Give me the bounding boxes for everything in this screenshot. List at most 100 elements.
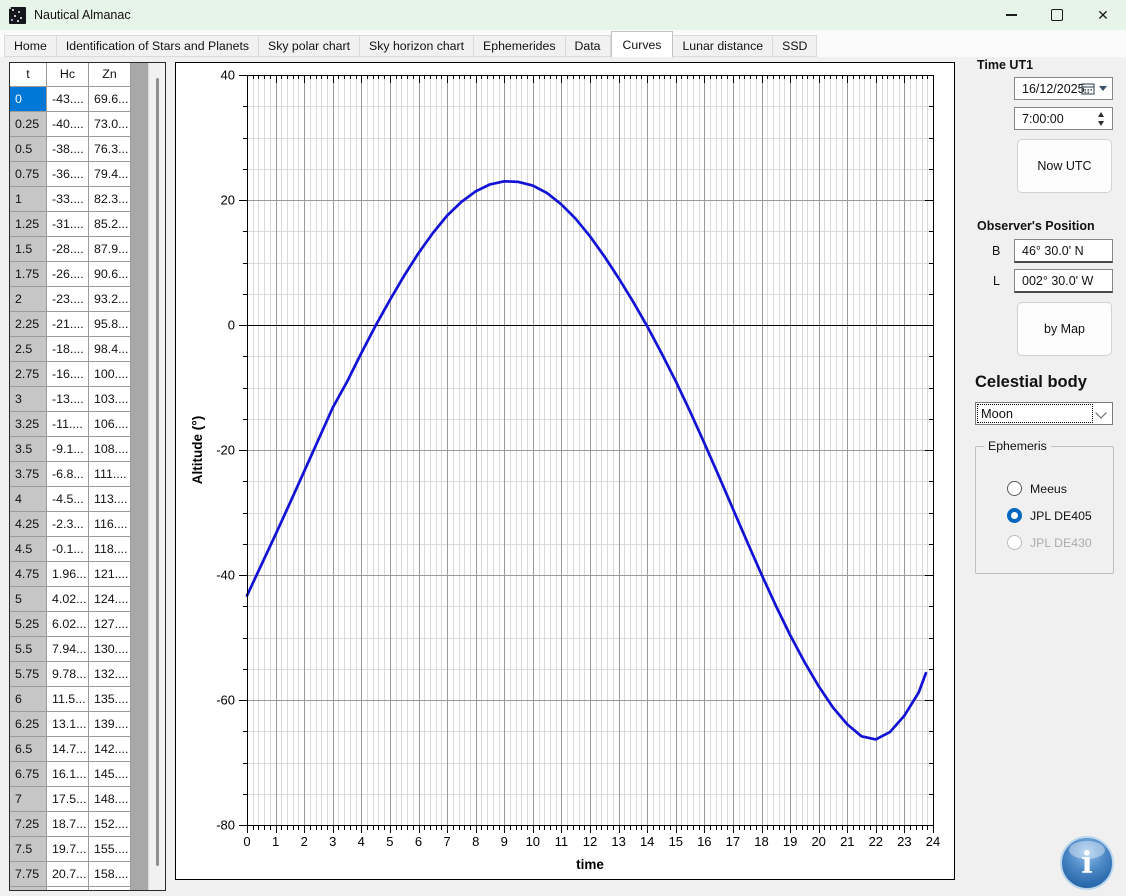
table-cell[interactable]: 5 [10,587,47,612]
table-cell[interactable]: 5.25 [10,612,47,637]
table-cell[interactable]: -13.... [47,387,89,412]
minimize-button[interactable] [988,0,1034,30]
table-cell[interactable]: -0.1... [47,537,89,562]
table-cell[interactable]: 79.4... [89,162,131,187]
table-cell[interactable]: 1.5 [10,237,47,262]
table-cell[interactable]: 121.... [89,562,131,587]
tab-sky-polar-chart[interactable]: Sky polar chart [259,35,361,57]
table-scrollbar[interactable] [148,63,165,890]
table-cell[interactable]: 95.8... [89,312,131,337]
table-cell[interactable]: 1.96... [47,562,89,587]
table-cell[interactable]: 158.... [89,862,131,887]
table-cell[interactable]: 82.3... [89,187,131,212]
table-cell[interactable]: 139.... [89,712,131,737]
table-cell[interactable]: 100.... [89,362,131,387]
table-cell[interactable]: 6.75 [10,762,47,787]
table-cell[interactable]: 98.4... [89,337,131,362]
table-cell[interactable]: 4.75 [10,562,47,587]
time-spinner[interactable]: 7:00:00 [1014,107,1113,130]
table-cell[interactable]: 85.2... [89,212,131,237]
table-cell[interactable]: 2 [10,287,47,312]
table-cell[interactable]: 148.... [89,787,131,812]
table-cell[interactable]: 130.... [89,637,131,662]
table-cell[interactable]: 6 [10,687,47,712]
table-cell[interactable]: 152.... [89,812,131,837]
table-cell[interactable]: -4.5... [47,487,89,512]
table-cell[interactable]: 4.5 [10,537,47,562]
table-cell[interactable]: 7.5 [10,837,47,862]
tab-ephemerides[interactable]: Ephemerides [474,35,566,57]
table-cell[interactable]: 90.6... [89,262,131,287]
table-cell[interactable]: 7.75 [10,862,47,887]
table-cell[interactable]: 4 [10,487,47,512]
table-cell[interactable]: 108.... [89,437,131,462]
table-cell[interactable]: 7.94... [47,637,89,662]
table-cell[interactable]: -38.... [47,137,89,162]
table-cell[interactable]: 7.25 [10,812,47,837]
table-cell[interactable]: 20.7... [47,862,89,887]
table-cell[interactable]: -23.... [47,287,89,312]
table-cell[interactable]: 4.02... [47,587,89,612]
table-cell[interactable]: 2.25 [10,312,47,337]
spin-up-icon[interactable] [1098,111,1104,117]
table-cell[interactable]: 11.5... [47,687,89,712]
radio-icon[interactable] [1007,481,1022,496]
radio-option-meeus[interactable]: Meeus [1007,481,1067,496]
table-cell[interactable]: -40.... [47,112,89,137]
close-button[interactable]: ✕ [1080,0,1126,30]
table-cell[interactable]: 17.5... [47,787,89,812]
longitude-field[interactable]: 002° 30.0' W [1014,269,1113,293]
table-cell[interactable]: -16.... [47,362,89,387]
table-cell[interactable]: 4.25 [10,512,47,537]
table-cell[interactable]: 3.5 [10,437,47,462]
table-cell[interactable]: 127.... [89,612,131,637]
tab-data[interactable]: Data [565,35,611,57]
column-header-t[interactable]: t [10,63,47,87]
celestial-body-select[interactable]: Moon [975,402,1113,425]
table-cell[interactable]: 1 [10,187,47,212]
date-picker-controls[interactable] [1081,82,1107,95]
tab-identification-of-stars-and-planets[interactable]: Identification of Stars and Planets [56,35,260,57]
table-cell[interactable]: -36.... [47,162,89,187]
table-cell[interactable]: 103.... [89,387,131,412]
table-cell[interactable]: -26.... [47,262,89,287]
table-cell[interactable]: 113.... [89,487,131,512]
tab-home[interactable]: Home [4,35,57,57]
column-header-hc[interactable]: Hc [47,63,89,87]
table-cell[interactable]: -11.... [47,412,89,437]
scrollbar-thumb[interactable] [156,78,159,866]
maximize-button[interactable] [1034,0,1080,30]
table-cell[interactable]: 5.75 [10,662,47,687]
table-cell[interactable]: 13.1... [47,712,89,737]
table-cell[interactable]: -43.... [47,87,89,112]
table-cell[interactable]: 155.... [89,837,131,862]
now-utc-button[interactable]: Now UTC [1017,139,1112,193]
spin-down-icon[interactable] [1098,120,1104,126]
table-cell[interactable]: 3 [10,387,47,412]
info-button[interactable]: i [1060,836,1114,890]
table-cell[interactable]: 73.0... [89,112,131,137]
radio-option-jpl-de405[interactable]: JPL DE405 [1007,508,1092,523]
table-cell[interactable]: 9.78... [47,662,89,687]
table-cell[interactable]: -21.... [47,312,89,337]
table-cell[interactable]: 111.... [89,462,131,487]
table-cell[interactable]: 145.... [89,762,131,787]
table-cell[interactable]: -33.... [47,187,89,212]
tab-lunar-distance[interactable]: Lunar distance [673,35,774,57]
table-cell[interactable]: 19.7... [47,837,89,862]
table-cell[interactable]: 18.7... [47,812,89,837]
table-cell[interactable]: 124.... [89,587,131,612]
table-cell[interactable] [89,887,131,890]
table-cell[interactable]: -6.8... [47,462,89,487]
table-cell[interactable]: 69.6... [89,87,131,112]
table-cell[interactable]: 2.75 [10,362,47,387]
table-cell[interactable]: 135.... [89,687,131,712]
by-map-button[interactable]: by Map [1017,302,1112,356]
table-cell[interactable] [10,887,47,890]
table-cell[interactable]: 6.02... [47,612,89,637]
table-cell[interactable]: 0.25 [10,112,47,137]
table-cell[interactable]: 16.1... [47,762,89,787]
table-cell[interactable] [47,887,89,890]
table-cell[interactable]: 0 [10,87,47,112]
table-cell[interactable]: 87.9... [89,237,131,262]
